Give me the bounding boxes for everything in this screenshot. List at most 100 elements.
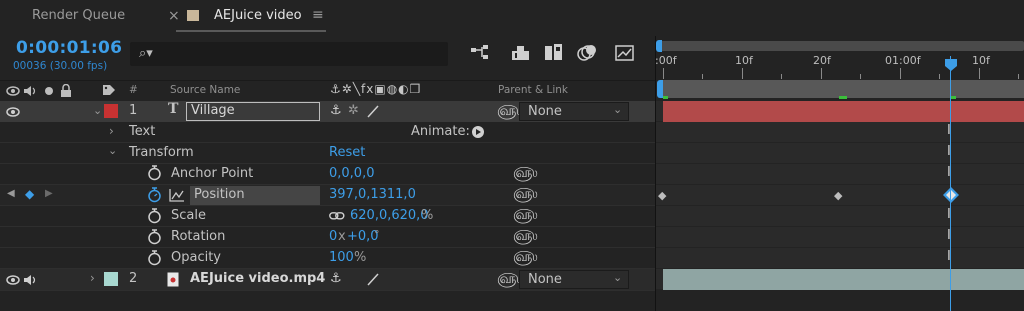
- scale-label: Scale: [171, 208, 206, 223]
- next-keyframe-icon[interactable]: ▶: [45, 188, 53, 199]
- scale-value[interactable]: 620,0,620,0: [350, 208, 429, 223]
- animate-menu-icon[interactable]: [471, 125, 485, 139]
- layer-visibility-icon[interactable]: [6, 274, 20, 286]
- quality-switch-icon[interactable]: [366, 104, 380, 118]
- shy-switch-icon[interactable]: ⚓: [330, 271, 342, 286]
- playhead-handle[interactable]: [944, 58, 958, 72]
- graph-icon[interactable]: [169, 188, 185, 202]
- text-expand-chevron-icon[interactable]: ›: [109, 124, 114, 138]
- playhead-line[interactable]: [950, 56, 951, 311]
- layer-visibility-icon[interactable]: [6, 106, 20, 118]
- opacity-label: Opacity: [171, 250, 222, 265]
- tab-close-icon[interactable]: ×: [168, 8, 180, 24]
- keyframe[interactable]: ◆: [834, 189, 842, 202]
- rotation-degree-unit: °: [374, 228, 380, 241]
- chevron-down-icon: ⌄: [613, 271, 623, 284]
- time-ruler[interactable]: [656, 55, 1024, 79]
- ruler-label: :00f: [655, 54, 677, 67]
- add-keyframe-icon[interactable]: ◆: [25, 187, 34, 201]
- expression-pickwhip-icon[interactable]: ௵: [513, 165, 538, 183]
- comp-flowchart-icon[interactable]: [470, 44, 492, 62]
- stopwatch-icon[interactable]: [147, 250, 162, 266]
- current-time-display[interactable]: 0:00:01:06: [16, 38, 122, 58]
- ruler-tick: [742, 68, 743, 79]
- layer-audio-icon[interactable]: [23, 274, 37, 286]
- previous-keyframe-icon[interactable]: ◀: [7, 188, 15, 199]
- lock-icon[interactable]: [60, 84, 72, 97]
- playhead-indicator: I: [947, 165, 951, 180]
- parent-dropdown[interactable]: None ⌄: [519, 270, 629, 289]
- stopwatch-icon[interactable]: [147, 229, 162, 245]
- parent-link-column-header[interactable]: Parent & Link: [498, 84, 568, 96]
- layer-name-text: Village: [191, 103, 235, 118]
- layer-label-color[interactable]: [104, 104, 118, 118]
- video-visibility-icon[interactable]: [6, 85, 20, 97]
- ruler-label: 20f: [813, 54, 831, 67]
- panel-menu-icon[interactable]: ≡: [312, 7, 324, 23]
- row-divider: [0, 247, 655, 248]
- audio-icon[interactable]: [23, 85, 37, 97]
- layer-label-color[interactable]: [104, 272, 118, 286]
- transform-reset-link[interactable]: Reset: [329, 145, 365, 160]
- expression-pickwhip-icon[interactable]: ௵: [513, 207, 538, 225]
- opacity-unit: %: [354, 250, 367, 265]
- layer-search-input[interactable]: ⌕▾: [130, 42, 448, 66]
- playhead-indicator: I: [947, 228, 951, 243]
- source-name-column-header[interactable]: Source Name: [170, 84, 240, 96]
- rotation-x-label: x: [338, 229, 346, 244]
- layer-1-duration-bar[interactable]: [663, 101, 1024, 122]
- active-tab-indicator: [176, 30, 326, 32]
- layer-expand-chevron-icon[interactable]: ⌄: [93, 104, 102, 117]
- layer-name-field[interactable]: Village: [186, 102, 320, 121]
- expression-pickwhip-icon[interactable]: ௵: [513, 228, 538, 246]
- expression-pickwhip-icon[interactable]: ௵: [513, 186, 538, 204]
- layer-expand-chevron-icon[interactable]: ›: [90, 271, 95, 285]
- expression-pickwhip-icon[interactable]: ௵: [513, 249, 538, 267]
- ruler-tick: [900, 68, 901, 79]
- ruler-label: 10f: [972, 54, 990, 67]
- anchor-point-value[interactable]: 0,0,0,0: [329, 166, 374, 181]
- transform-track: [656, 143, 1024, 164]
- stopwatch-active-icon[interactable]: [147, 187, 162, 203]
- layer-name-text[interactable]: AEJuice video.mp4: [190, 271, 325, 286]
- graph-editor-icon[interactable]: [614, 43, 636, 63]
- position-value[interactable]: 397,0,1311,0: [329, 187, 416, 202]
- draft-3d-icon[interactable]: [510, 44, 532, 62]
- position-row[interactable]: [0, 185, 655, 206]
- rotation-revolutions-value[interactable]: 0: [329, 229, 337, 244]
- tab-aejuice-video[interactable]: AEJuice video: [214, 8, 302, 23]
- frame-blending-icon[interactable]: [543, 43, 565, 63]
- shy-switch-icon[interactable]: ⚓: [330, 103, 342, 118]
- ruler-tick: [939, 74, 940, 79]
- time-navigator-bar[interactable]: [660, 41, 1024, 51]
- text-group-label[interactable]: Text: [129, 124, 155, 139]
- motion-blur-icon[interactable]: [576, 43, 598, 63]
- keyframe[interactable]: ◆: [658, 189, 666, 202]
- navigator-start-handle[interactable]: [656, 40, 662, 52]
- ruler-tick: [663, 68, 664, 79]
- stopwatch-icon[interactable]: [147, 165, 162, 181]
- quality-switch-icon[interactable]: [366, 272, 380, 286]
- parent-dropdown[interactable]: None ⌄: [519, 102, 629, 121]
- anchor-point-track: [656, 164, 1024, 185]
- row-divider: [0, 205, 655, 206]
- opacity-value[interactable]: 100: [329, 250, 354, 265]
- tab-render-queue[interactable]: Render Queue: [32, 8, 125, 23]
- rotation-track: [656, 227, 1024, 248]
- label-tag-icon[interactable]: [102, 84, 116, 97]
- transform-collapse-chevron-icon[interactable]: ⌄: [108, 144, 117, 157]
- marker: [951, 96, 956, 99]
- parent-pickwhip-icon[interactable]: ௵: [497, 271, 522, 289]
- parent-pickwhip-icon[interactable]: ௵: [497, 103, 522, 121]
- keyframe-selected[interactable]: [942, 186, 960, 204]
- ruler-label: 01:00f: [885, 54, 921, 67]
- layer-2-duration-bar[interactable]: [663, 269, 1024, 290]
- stopwatch-icon[interactable]: [147, 208, 162, 224]
- collapse-switch-icon[interactable]: ✲: [348, 103, 359, 118]
- composition-icon: [187, 10, 199, 21]
- constrain-proportions-link-icon[interactable]: [329, 212, 345, 220]
- frame-count-display: 00036 (30.00 fps): [13, 60, 108, 72]
- transform-group-label[interactable]: Transform: [129, 145, 194, 160]
- ruler-tick: [821, 68, 822, 79]
- solo-icon[interactable]: [44, 86, 54, 96]
